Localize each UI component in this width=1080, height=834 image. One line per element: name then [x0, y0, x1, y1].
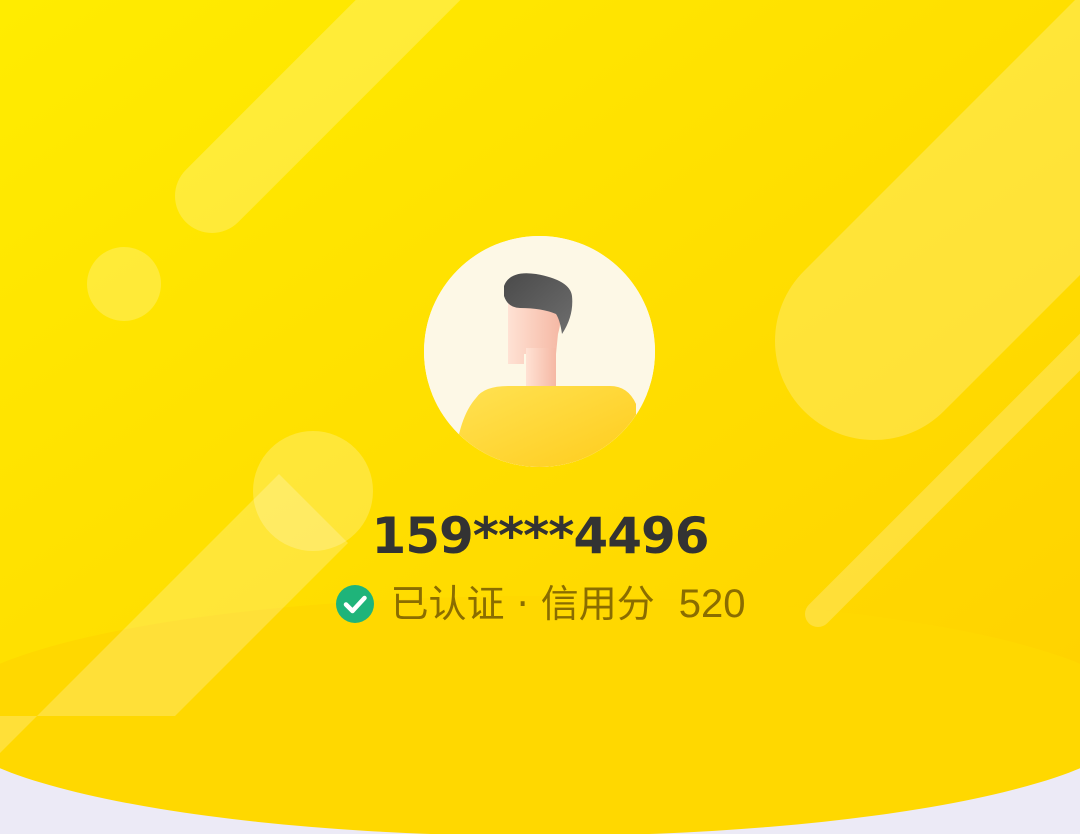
profile-header: 159****4496 已认证 · 信用分 520 [0, 0, 1080, 834]
user-avatar-icon [424, 236, 655, 467]
check-circle-icon [335, 584, 375, 624]
verification-status-text: 已认证 · 信用分 [390, 582, 655, 626]
credit-score-value: 520 [678, 582, 746, 626]
user-avatar[interactable] [424, 236, 655, 467]
phone-number: 159****4496 [371, 507, 709, 565]
verification-status-row: 已认证 · 信用分 520 [0, 578, 1080, 630]
